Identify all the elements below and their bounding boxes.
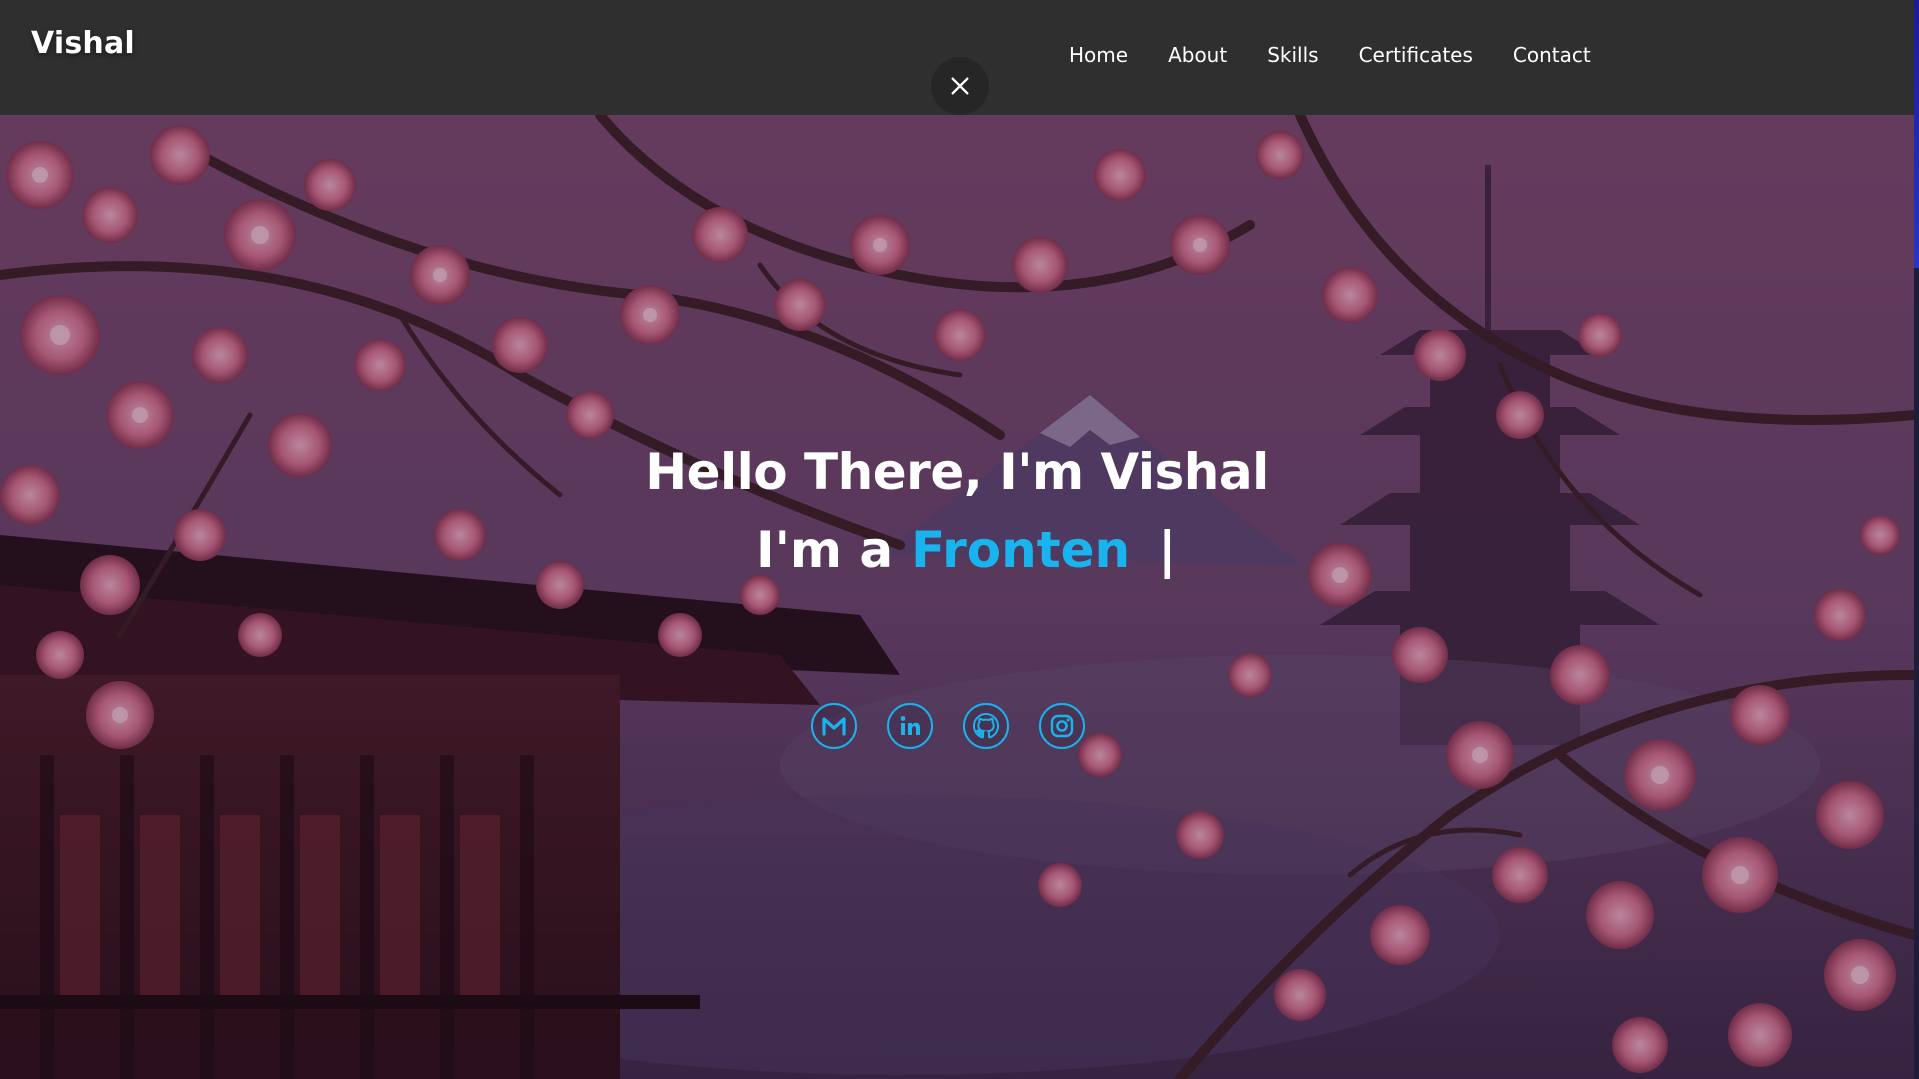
- instagram-link[interactable]: [1039, 703, 1085, 749]
- github-icon: [972, 712, 1000, 739]
- social-links: [811, 703, 1085, 749]
- brand-logo[interactable]: Vishal: [31, 26, 135, 61]
- close-icon: [951, 77, 969, 95]
- role-typed-text: Fronten: [911, 521, 1131, 579]
- linkedin-icon: [900, 716, 920, 735]
- linkedin-link[interactable]: [887, 703, 933, 749]
- hero-role-line: I'm a Fronten |: [756, 521, 1176, 579]
- nav-link-about[interactable]: About: [1168, 43, 1227, 67]
- nav-links: Home About Skills Certificates Contact: [1069, 43, 1631, 67]
- nav-link-certificates[interactable]: Certificates: [1359, 43, 1473, 67]
- nav-link-contact[interactable]: Contact: [1513, 43, 1591, 67]
- hero-greeting: Hello There, I'm Vishal: [645, 443, 1269, 501]
- instagram-icon: [1050, 714, 1074, 738]
- nav-link-skills[interactable]: Skills: [1267, 43, 1318, 67]
- close-menu-button[interactable]: [931, 57, 989, 115]
- scrollbar-thumb[interactable]: [1914, 0, 1919, 268]
- gmail-link[interactable]: [811, 703, 857, 749]
- nav-link-home[interactable]: Home: [1069, 43, 1128, 67]
- portfolio-page: Vishal Home About Skills Certificates Co…: [0, 0, 1919, 1079]
- typing-cursor: |: [1158, 521, 1177, 579]
- role-prefix: I'm a: [756, 521, 894, 579]
- gmail-icon: [822, 717, 846, 736]
- hero-section: Hello There, I'm Vishal I'm a Fronten |: [0, 115, 1914, 1079]
- github-link[interactable]: [963, 703, 1009, 749]
- hero-content: Hello There, I'm Vishal I'm a Fronten |: [0, 115, 1914, 1079]
